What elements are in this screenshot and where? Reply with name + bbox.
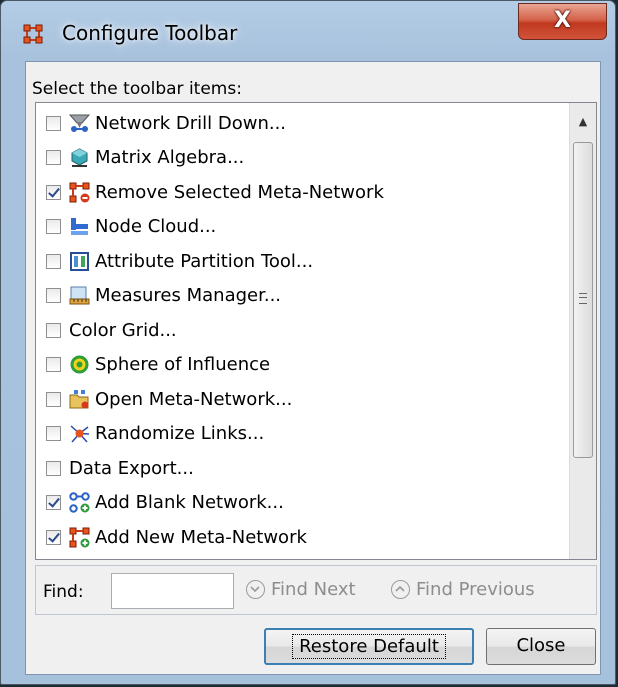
add-meta-network-icon — [69, 527, 90, 548]
find-bar: Find: Find Next Find Previous — [35, 565, 597, 615]
item-checkbox[interactable] — [46, 357, 61, 373]
item-label: Attribute Partition Tool... — [95, 250, 314, 272]
item-checkbox[interactable] — [46, 391, 61, 407]
app-network-icon — [23, 24, 43, 44]
toolbar-items-list[interactable]: Network Drill Down... Matrix Algebra... Re… — [35, 102, 597, 560]
list-item[interactable]: Remove Selected Meta-Network — [36, 175, 568, 210]
select-items-label: Select the toolbar items: — [32, 79, 242, 99]
list-item[interactable]: Randomize Links... — [36, 417, 568, 452]
find-next-label: Find Next — [271, 579, 356, 600]
find-next-button[interactable]: Find Next — [246, 579, 356, 600]
list-item[interactable]: Network Drill Down... — [36, 106, 568, 141]
toolbar-items: Network Drill Down... Matrix Algebra... Re… — [36, 106, 568, 555]
item-label: Open Meta-Network... — [95, 388, 293, 410]
list-item[interactable]: Add New Meta-Network — [36, 520, 568, 555]
item-label: Data Export... — [69, 457, 194, 479]
chevron-up-circle-icon — [391, 580, 410, 599]
configure-toolbar-dialog: Configure Toolbar X Select the toolbar i… — [0, 0, 616, 685]
item-checkbox[interactable] — [46, 529, 61, 545]
item-label: Node Cloud... — [95, 216, 217, 238]
close-button[interactable]: Close — [486, 628, 596, 665]
window-title: Configure Toolbar — [62, 21, 238, 45]
item-label: Color Grid... — [69, 319, 177, 341]
scroll-grip-icon — [579, 293, 587, 304]
list-item[interactable]: Measures Manager... — [36, 279, 568, 314]
dialog-content: Select the toolbar items: Network Drill … — [25, 61, 601, 675]
chevron-down-circle-icon — [246, 580, 265, 599]
randomize-links-icon — [69, 423, 90, 444]
item-checkbox[interactable] — [46, 184, 61, 200]
drill-down-icon — [69, 113, 90, 134]
item-label: Sphere of Influence — [95, 354, 271, 376]
restore-default-label: Restore Default — [292, 634, 446, 659]
item-checkbox[interactable] — [46, 253, 61, 269]
list-item[interactable]: Add Blank Network... — [36, 486, 568, 521]
item-label: Network Drill Down... — [95, 112, 287, 134]
title-bar[interactable]: Configure Toolbar X — [1, 1, 615, 61]
item-label: Matrix Algebra... — [95, 147, 245, 169]
scroll-thumb[interactable] — [573, 142, 593, 458]
item-label: Add New Meta-Network — [95, 526, 307, 548]
vertical-scrollbar[interactable]: ▲ — [569, 103, 596, 559]
scroll-up-arrow-icon[interactable]: ▲ — [570, 103, 596, 141]
list-item[interactable]: Matrix Algebra... — [36, 141, 568, 176]
find-label: Find: — [43, 582, 84, 602]
measures-manager-icon — [69, 285, 90, 306]
restore-default-button[interactable]: Restore Default — [264, 628, 474, 665]
item-label: Add Blank Network... — [95, 492, 284, 514]
list-item[interactable]: Color Grid... — [36, 313, 568, 348]
window-close-button[interactable]: X — [518, 3, 607, 40]
list-item[interactable]: Sphere of Influence — [36, 348, 568, 383]
item-label: Remove Selected Meta-Network — [95, 181, 384, 203]
list-item[interactable]: Data Export... — [36, 451, 568, 486]
find-input[interactable] — [111, 573, 234, 609]
item-checkbox[interactable] — [46, 219, 61, 235]
list-item[interactable]: Node Cloud... — [36, 210, 568, 245]
item-checkbox[interactable] — [46, 115, 61, 131]
sphere-of-influence-icon — [69, 354, 90, 375]
open-meta-network-icon — [69, 389, 90, 410]
attribute-partition-icon — [69, 251, 90, 272]
list-item[interactable]: Open Meta-Network... — [36, 382, 568, 417]
item-label: Randomize Links... — [95, 423, 265, 445]
matrix-algebra-icon — [69, 147, 90, 168]
item-label: Measures Manager... — [95, 285, 282, 307]
item-checkbox[interactable] — [46, 426, 61, 442]
remove-meta-network-icon — [69, 182, 90, 203]
item-checkbox[interactable] — [46, 460, 61, 476]
find-previous-label: Find Previous — [416, 579, 535, 600]
item-checkbox[interactable] — [46, 288, 61, 304]
item-checkbox[interactable] — [46, 322, 61, 338]
find-previous-button[interactable]: Find Previous — [391, 579, 535, 600]
item-checkbox[interactable] — [46, 495, 61, 511]
add-blank-network-icon — [69, 492, 90, 513]
item-checkbox[interactable] — [46, 150, 61, 166]
node-cloud-icon — [69, 216, 90, 237]
list-item[interactable]: Attribute Partition Tool... — [36, 244, 568, 279]
